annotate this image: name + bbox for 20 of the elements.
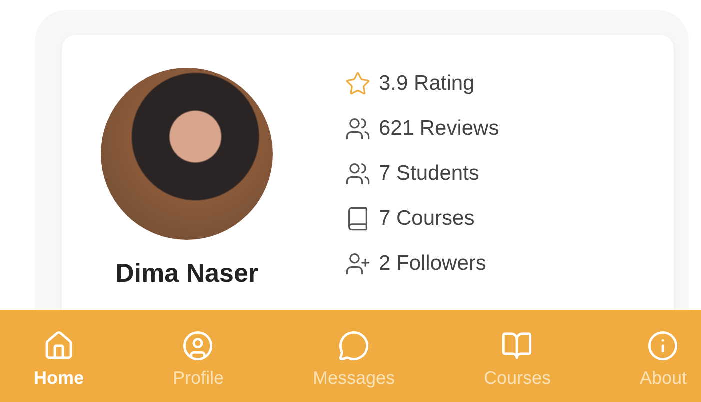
stat-text: 3.9 Rating	[379, 72, 475, 96]
users-icon	[345, 116, 371, 142]
tab[interactable]: Profile	[166, 310, 230, 402]
stat-text: 2 Followers	[379, 252, 486, 276]
user-circle-icon	[182, 330, 214, 362]
info-icon	[647, 330, 680, 362]
tab[interactable]: Messages	[306, 310, 401, 402]
users-icon	[345, 160, 371, 186]
profile-name: Dima Naser	[115, 258, 259, 289]
home-icon	[43, 330, 75, 362]
chat-bubble-icon	[338, 330, 370, 362]
user-plus-icon	[345, 250, 371, 276]
star-icon	[345, 70, 371, 96]
stat-text: 7 Courses	[379, 206, 475, 230]
tab[interactable]: Home	[28, 310, 90, 402]
tab[interactable]: About	[634, 310, 693, 402]
stat-text: 621 Reviews	[379, 116, 500, 140]
stat-text: 7 Students	[379, 162, 480, 186]
open-book-icon	[501, 330, 534, 362]
tab[interactable]: Courses	[478, 310, 557, 402]
